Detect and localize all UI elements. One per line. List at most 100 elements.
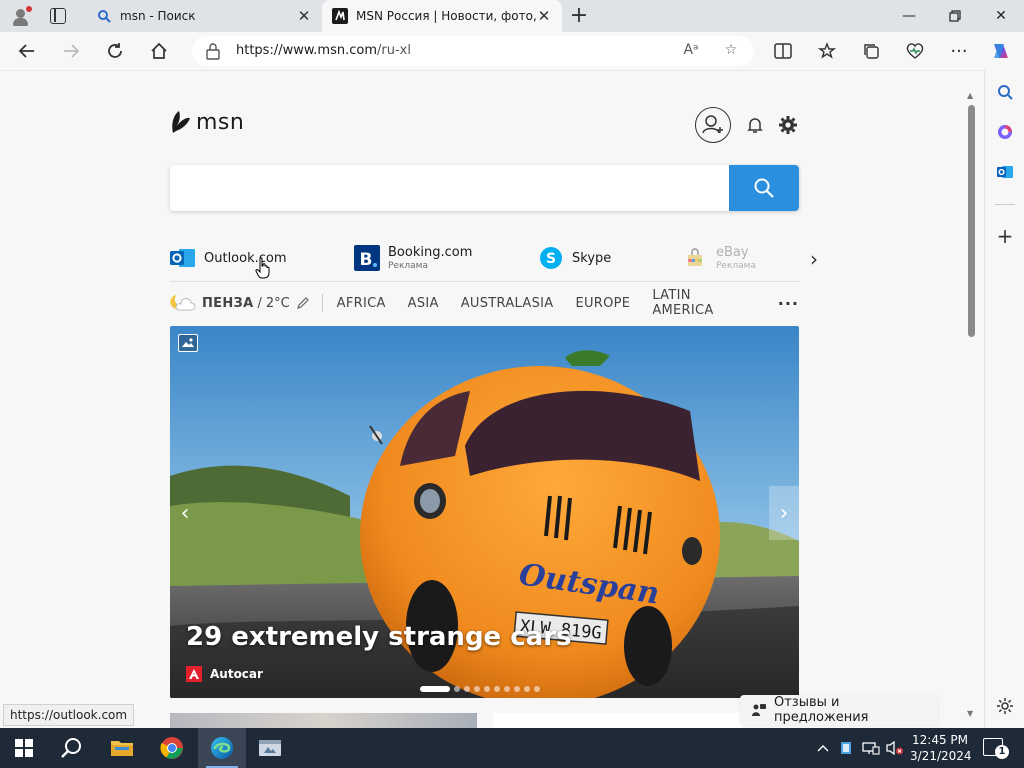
- image-gallery-icon: [178, 334, 198, 352]
- office-icon[interactable]: [993, 120, 1017, 144]
- add-icon[interactable]: +: [993, 224, 1017, 248]
- hero-headline[interactable]: 29 extremely strange cars: [186, 622, 572, 652]
- quicklink-ebay[interactable]: eBay Реклама: [682, 241, 756, 275]
- page-scrollbar[interactable]: ▲ ▼: [966, 91, 976, 725]
- carousel-dot[interactable]: [464, 686, 470, 692]
- quicklink-booking[interactable]: B Booking.com Реклама: [354, 241, 472, 275]
- carousel-dot[interactable]: [484, 686, 490, 692]
- close-window-icon[interactable]: ✕: [978, 0, 1024, 32]
- profile-icon[interactable]: [10, 6, 32, 28]
- carousel-next-icon[interactable]: ›: [769, 486, 799, 540]
- carousel-dot[interactable]: [524, 686, 530, 692]
- url-text[interactable]: https://www.msn.com/ru-xl: [236, 43, 411, 58]
- restore-icon[interactable]: [932, 0, 978, 32]
- start-windows-icon[interactable]: [0, 728, 48, 768]
- tab-title: MSN Россия | Новости, фото, п: [356, 9, 536, 23]
- quicklink-skype[interactable]: S Skype: [538, 241, 611, 275]
- tab-actions-icon[interactable]: [50, 8, 66, 24]
- lock-icon[interactable]: [206, 42, 222, 60]
- favorites-icon[interactable]: [814, 39, 840, 63]
- autocar-logo-icon: [186, 666, 202, 682]
- read-aloud-icon[interactable]: A͏ᵃ: [682, 42, 700, 60]
- copilot-icon[interactable]: [988, 39, 1014, 63]
- tab-msn-russia[interactable]: MSN Россия | Новости, фото, п ✕: [322, 0, 562, 32]
- address-bar[interactable]: https://www.msn.com/ru-xl A͏ᵃ ☆: [192, 36, 754, 66]
- outlook-icon[interactable]: O: [993, 160, 1017, 184]
- topic-australasia[interactable]: AUSTRALASIA: [461, 296, 554, 311]
- weather-temperature: 2°C: [265, 295, 290, 311]
- partly-cloudy-night-icon: [170, 295, 196, 311]
- tray-app-icon[interactable]: [836, 728, 856, 768]
- edge-icon[interactable]: [198, 728, 246, 768]
- collections-icon[interactable]: [858, 39, 884, 63]
- search-icon[interactable]: [993, 80, 1017, 104]
- scroll-down-icon[interactable]: ▼: [967, 709, 973, 718]
- carousel-dot[interactable]: [454, 686, 460, 692]
- search-button[interactable]: [729, 165, 799, 211]
- app-window-icon[interactable]: [246, 728, 294, 768]
- chevron-right-icon[interactable]: ›: [810, 247, 818, 271]
- notifications-bell-icon[interactable]: [745, 115, 765, 135]
- carousel-dot[interactable]: [534, 686, 540, 692]
- split-screen-icon[interactable]: [770, 39, 796, 63]
- forward-icon[interactable]: [58, 39, 84, 63]
- tab-msn-search[interactable]: msn - Поиск ✕: [86, 0, 322, 32]
- svg-text:O: O: [998, 168, 1005, 177]
- home-icon[interactable]: [146, 39, 172, 63]
- volume-muted-icon[interactable]: [884, 728, 906, 768]
- scroll-up-icon[interactable]: ▲: [967, 91, 973, 100]
- more-menu-icon[interactable]: ···: [946, 39, 972, 63]
- source-name: Autocar: [210, 667, 263, 681]
- carousel-dots: [420, 686, 544, 692]
- back-icon[interactable]: [14, 39, 40, 63]
- scroll-thumb[interactable]: [968, 105, 975, 337]
- notification-center-icon[interactable]: 1: [983, 738, 1009, 759]
- booking-icon: B: [354, 245, 380, 271]
- carousel-prev-icon[interactable]: ‹: [170, 486, 200, 540]
- new-tab-icon[interactable]: +: [568, 5, 590, 27]
- network-icon[interactable]: [860, 728, 882, 768]
- refresh-icon[interactable]: [102, 39, 128, 63]
- account-avatar[interactable]: [695, 107, 731, 143]
- carousel-dot[interactable]: [504, 686, 510, 692]
- quicklink-label: eBay: [716, 245, 749, 260]
- weather-widget[interactable]: ПЕНЗА / 2°C: [170, 293, 310, 313]
- chrome-icon[interactable]: [148, 728, 196, 768]
- msn-icon: [332, 8, 348, 24]
- settings-gear-icon[interactable]: [777, 114, 799, 136]
- weather-separator: /: [257, 295, 262, 311]
- feedback-button[interactable]: Отзывы и предложения: [740, 695, 938, 725]
- topic-latin-america[interactable]: LATIN AMERICA: [652, 288, 751, 318]
- file-explorer-icon[interactable]: [98, 728, 146, 768]
- outlook-icon: [170, 245, 196, 271]
- carousel-dot[interactable]: [420, 686, 450, 692]
- hero-carousel[interactable]: Outspan XLW 819G ‹ › 29 extremely strang…: [170, 326, 799, 698]
- topic-europe[interactable]: EUROPE: [575, 296, 630, 311]
- news-card-peek[interactable]: [170, 713, 477, 728]
- search-input[interactable]: [170, 165, 729, 211]
- carousel-dot[interactable]: [514, 686, 520, 692]
- topic-asia[interactable]: ASIA: [408, 296, 439, 311]
- topic-africa[interactable]: AFRICA: [337, 296, 386, 311]
- hero-source[interactable]: Autocar: [186, 666, 263, 682]
- carousel-dot[interactable]: [474, 686, 480, 692]
- close-tab-icon[interactable]: ✕: [296, 8, 312, 24]
- divider: [321, 294, 323, 312]
- carousel-dot[interactable]: [494, 686, 500, 692]
- tab-title: msn - Поиск: [120, 9, 196, 23]
- tray-overflow-icon[interactable]: [812, 728, 834, 768]
- favorite-star-icon[interactable]: ☆: [722, 42, 740, 60]
- taskbar-clock[interactable]: 12:45 PM 3/21/2024: [910, 732, 972, 764]
- svg-text:S: S: [546, 251, 556, 267]
- sidebar-settings-icon[interactable]: [993, 694, 1017, 718]
- browser-essentials-icon[interactable]: [902, 39, 928, 63]
- msn-logo[interactable]: msn: [170, 109, 244, 135]
- minimize-icon[interactable]: —: [886, 0, 932, 32]
- news-card-peek[interactable]: [493, 713, 743, 728]
- feedback-label: Отзывы и предложения: [774, 695, 869, 725]
- taskbar-search-icon[interactable]: [48, 728, 96, 768]
- more-topics-icon[interactable]: ···: [778, 294, 799, 313]
- quicklink-label: Skype: [572, 250, 612, 266]
- close-tab-icon[interactable]: ✕: [536, 8, 552, 24]
- pencil-edit-icon[interactable]: [296, 296, 310, 310]
